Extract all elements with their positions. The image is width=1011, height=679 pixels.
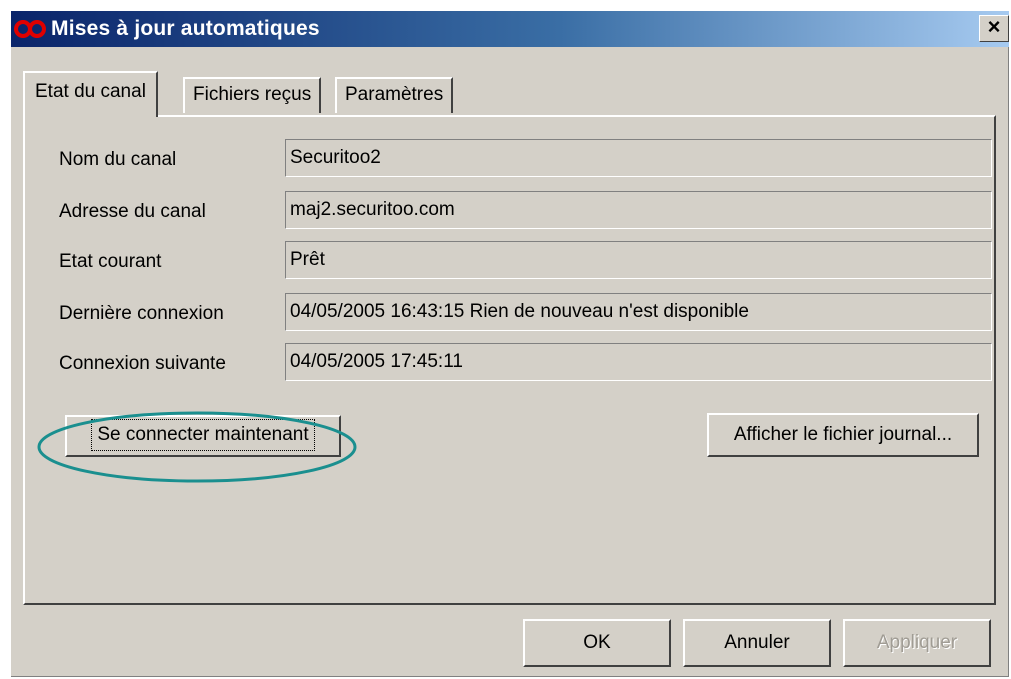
- channel-address-label: Adresse du canal: [59, 201, 206, 222]
- tab-parametres[interactable]: Paramètres: [335, 77, 454, 113]
- channel-name-field[interactable]: Securitoo2: [285, 139, 992, 177]
- connect-now-button[interactable]: Se connecter maintenant: [65, 415, 341, 457]
- apply-button[interactable]: Appliquer: [843, 619, 991, 667]
- last-connection-label: Dernière connexion: [59, 303, 224, 324]
- window-title: Mises à jour automatiques: [51, 17, 320, 40]
- show-log-button[interactable]: Afficher le fichier journal...: [707, 413, 979, 457]
- channel-address-field[interactable]: maj2.securitoo.com: [285, 191, 992, 229]
- connect-now-label: Se connecter maintenant: [91, 419, 315, 451]
- tab-fichiers-recus[interactable]: Fichiers reçus: [183, 77, 322, 113]
- title-bar[interactable]: Mises à jour automatiques ×: [11, 11, 1009, 47]
- tab-label: Paramètres: [345, 84, 444, 105]
- tab-etat-du-canal[interactable]: Etat du canal: [23, 71, 158, 117]
- close-button[interactable]: ×: [979, 15, 1009, 42]
- cancel-button[interactable]: Annuler: [683, 619, 831, 667]
- next-connection-field[interactable]: 04/05/2005 17:45:11: [285, 343, 992, 381]
- current-state-label: Etat courant: [59, 251, 162, 272]
- last-connection-field[interactable]: 04/05/2005 16:43:15 Rien de nouveau n'es…: [285, 293, 992, 331]
- tab-label: Etat du canal: [35, 81, 146, 102]
- update-dialog: Mises à jour automatiques × Etat du cana…: [9, 9, 1009, 677]
- ok-button[interactable]: OK: [523, 619, 671, 667]
- tab-panel-etat-du-canal: Nom du canal Securitoo2 Adresse du canal…: [23, 115, 996, 605]
- app-logo-icon: [14, 20, 46, 38]
- next-connection-label: Connexion suivante: [59, 353, 226, 374]
- close-icon: ×: [987, 14, 1001, 39]
- tab-label: Fichiers reçus: [193, 84, 312, 105]
- current-state-field[interactable]: Prêt: [285, 241, 992, 279]
- channel-name-label: Nom du canal: [59, 149, 177, 170]
